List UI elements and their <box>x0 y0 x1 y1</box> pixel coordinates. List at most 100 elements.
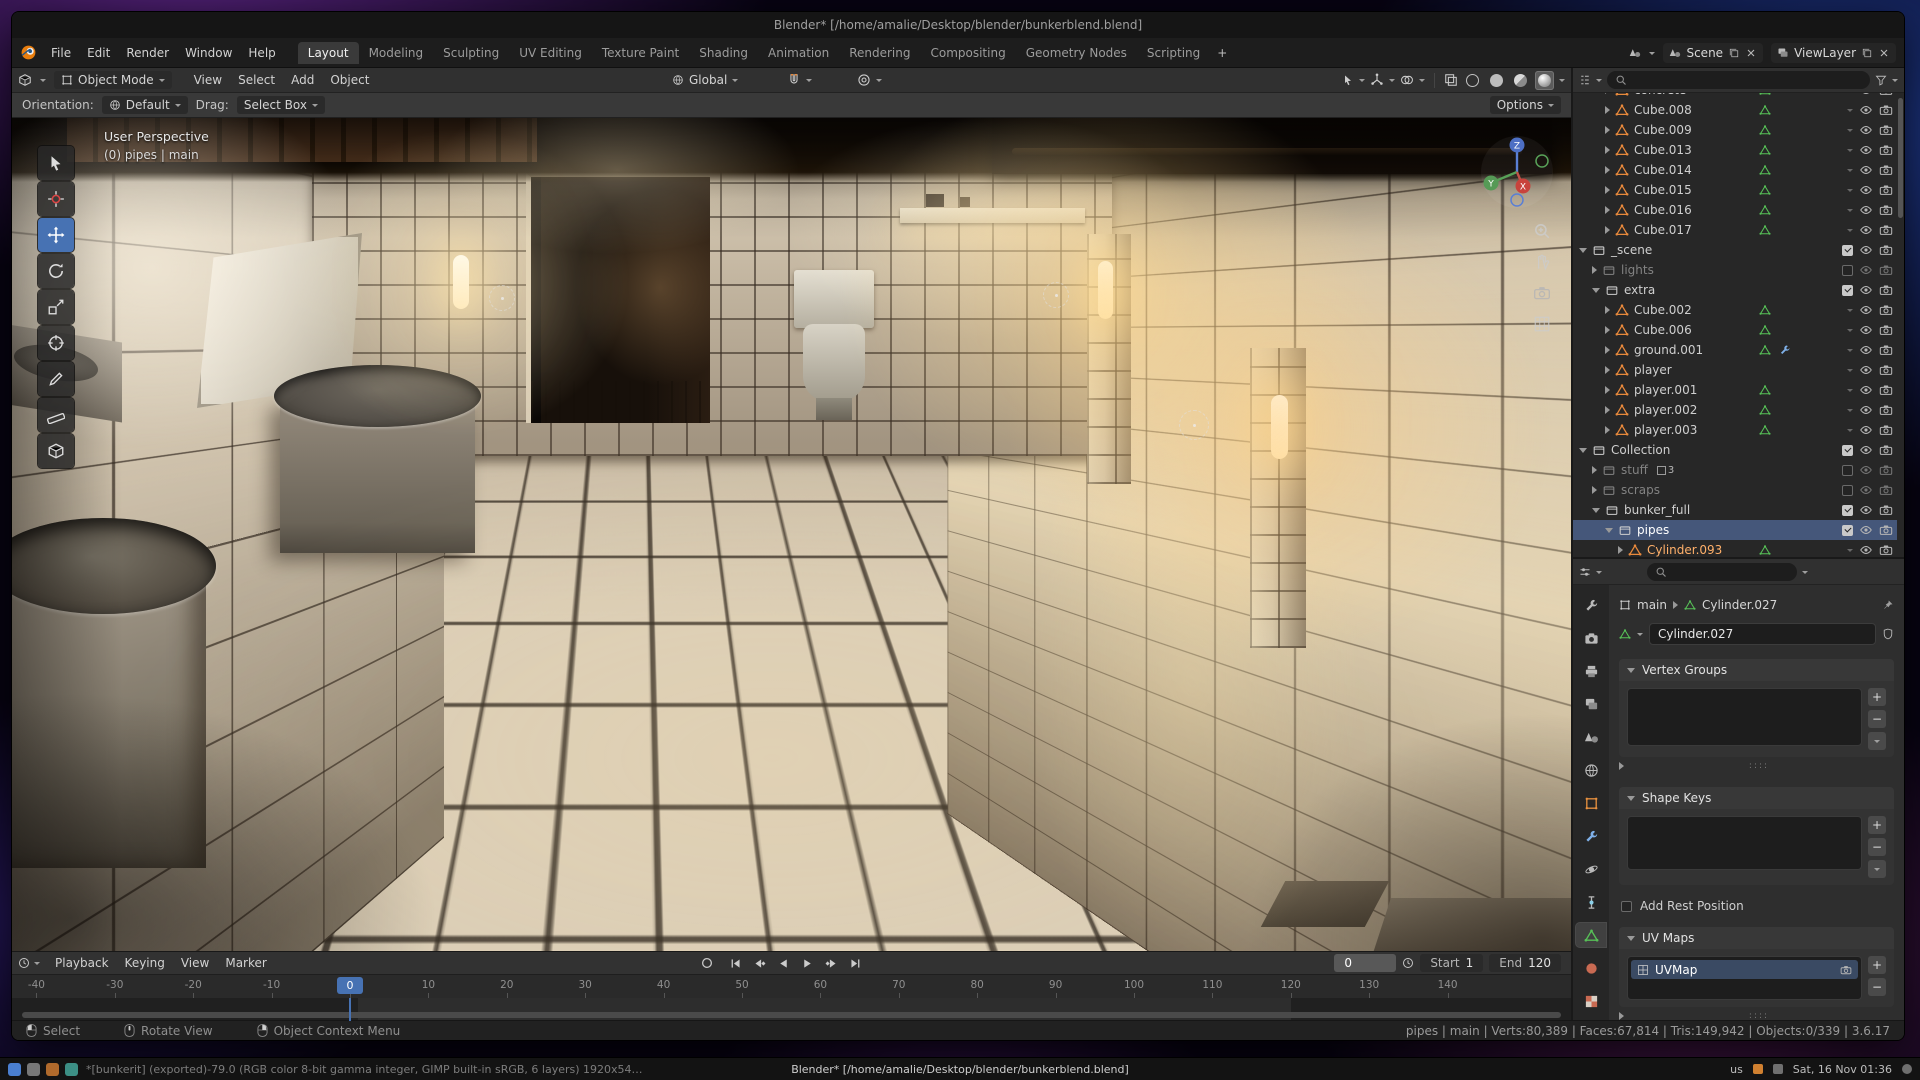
viewport-menu-object[interactable]: Object <box>322 70 377 90</box>
empty-object-gizmo[interactable] <box>489 285 515 311</box>
tool-transform[interactable] <box>38 326 74 360</box>
chevron-down-icon[interactable] <box>1389 79 1395 85</box>
taskbar-blender-window[interactable]: Blender* [/home/amalie/Desktop/blender/b… <box>791 1063 1129 1076</box>
eye-icon[interactable] <box>1859 503 1873 517</box>
camera-icon[interactable] <box>1879 183 1893 197</box>
expand-data-icon[interactable] <box>1847 229 1853 235</box>
outliner-row-player[interactable]: player <box>1573 360 1897 380</box>
camera-icon[interactable] <box>1879 543 1893 557</box>
gizmo-y-label[interactable]: Y <box>1487 180 1494 190</box>
properties-tab-output[interactable] <box>1576 659 1606 683</box>
properties-tab-constraints[interactable] <box>1576 890 1606 914</box>
eye-icon[interactable] <box>1859 183 1873 197</box>
tool-scale[interactable] <box>38 290 74 324</box>
remove-vertex-group-button[interactable]: − <box>1868 710 1886 728</box>
use-preview-range-icon[interactable] <box>1402 957 1414 969</box>
shape-keys-panel-header[interactable]: Shape Keys <box>1619 787 1894 809</box>
timeline-menu-marker[interactable]: Marker <box>218 954 273 972</box>
workspace-tab-compositing[interactable]: Compositing <box>920 42 1015 64</box>
ortho-toggle-icon[interactable] <box>1533 315 1551 333</box>
menu-file[interactable]: File <box>43 43 79 63</box>
xray-toggle-icon[interactable] <box>1444 73 1458 87</box>
remove-uv-map-button[interactable]: − <box>1868 978 1886 996</box>
expand-data-icon[interactable] <box>1847 409 1853 415</box>
workspace-tab-uv-editing[interactable]: UV Editing <box>509 42 592 64</box>
expand-right-icon[interactable] <box>1618 546 1623 554</box>
tool-annotate[interactable] <box>38 362 74 396</box>
expand-right-icon[interactable] <box>1605 106 1610 114</box>
expand-right-icon[interactable] <box>1605 326 1610 334</box>
zoom-icon[interactable] <box>1533 222 1551 240</box>
expand-down-icon[interactable] <box>1592 508 1600 513</box>
taskbar-clock[interactable]: Sat, 16 Nov 01:36 <box>1793 1063 1892 1076</box>
timeline-menu-playback[interactable]: Playback <box>48 954 116 972</box>
empty-object-gizmo[interactable] <box>1043 282 1069 308</box>
transport-play-button[interactable] <box>796 954 818 972</box>
add-vertex-group-button[interactable]: + <box>1868 688 1886 706</box>
chevron-down-icon[interactable] <box>806 79 812 85</box>
timeline-editor-icon[interactable] <box>18 957 30 969</box>
expand-right-icon[interactable] <box>1605 93 1610 94</box>
chevron-down-icon[interactable] <box>876 79 882 85</box>
properties-search-input[interactable] <box>1647 563 1797 581</box>
expand-data-icon[interactable] <box>1847 429 1853 435</box>
properties-tab-object[interactable] <box>1576 791 1606 815</box>
outliner-row-Cube.015[interactable]: Cube.015 <box>1573 180 1897 200</box>
camera-icon[interactable] <box>1879 103 1893 117</box>
outliner-row-stuff[interactable]: stuff3 <box>1573 460 1897 480</box>
expand-right-icon[interactable] <box>1605 126 1610 134</box>
chevron-down-icon[interactable] <box>1559 79 1565 85</box>
outliner-search-input[interactable] <box>1607 71 1870 89</box>
viewlayer-selector[interactable]: ViewLayer <box>1771 43 1896 63</box>
app-icon[interactable] <box>65 1063 78 1076</box>
transport-play-back-button[interactable] <box>772 954 794 972</box>
eye-icon[interactable] <box>1859 143 1873 157</box>
eye-icon[interactable] <box>1859 123 1873 137</box>
camera-icon[interactable] <box>1879 143 1893 157</box>
eye-icon[interactable] <box>1859 523 1873 537</box>
add-shape-key-button[interactable]: + <box>1868 816 1886 834</box>
app-icon[interactable] <box>27 1063 40 1076</box>
magnet-icon[interactable] <box>787 73 801 87</box>
collection-exclude-checkbox[interactable] <box>1842 245 1853 256</box>
expand-down-icon[interactable] <box>1592 288 1600 293</box>
camera-icon[interactable] <box>1879 403 1893 417</box>
camera-view-icon[interactable] <box>1533 284 1551 302</box>
expand-right-icon[interactable] <box>1605 366 1610 374</box>
viewport-menu-add[interactable]: Add <box>283 70 322 90</box>
breadcrumb-object[interactable]: main <box>1637 598 1667 612</box>
properties-editor-icon[interactable] <box>1579 566 1591 578</box>
viewport-menu-view[interactable]: View <box>186 70 230 90</box>
subpanel-expand-icon[interactable] <box>1619 1012 1624 1020</box>
outliner-row-Cube.013[interactable]: Cube.013 <box>1573 140 1897 160</box>
eye-icon[interactable] <box>1859 483 1873 497</box>
transport-jump-start-button[interactable] <box>724 954 746 972</box>
timeline-menu-keying[interactable]: Keying <box>118 954 172 972</box>
menu-render[interactable]: Render <box>118 43 177 63</box>
properties-tab-texture[interactable] <box>1576 989 1606 1013</box>
expand-right-icon[interactable] <box>1605 146 1610 154</box>
camera-icon[interactable] <box>1879 93 1893 97</box>
workspace-tab-sculpting[interactable]: Sculpting <box>433 42 509 64</box>
properties-tab-material[interactable] <box>1576 956 1606 980</box>
tool-add-cube[interactable] <box>38 434 74 468</box>
workspace-tab-geometry-nodes[interactable]: Geometry Nodes <box>1016 42 1137 64</box>
keyboard-layout[interactable]: us <box>1730 1063 1743 1076</box>
empty-object-gizmo[interactable] <box>1179 410 1209 440</box>
close-icon[interactable] <box>1745 47 1757 59</box>
shading-wireframe-button[interactable] <box>1463 71 1482 90</box>
drag-setting-dropdown[interactable]: Select Box <box>237 96 325 114</box>
outliner-row-Collection[interactable]: Collection <box>1573 440 1897 460</box>
shading-solid-button[interactable] <box>1487 71 1506 90</box>
eye-icon[interactable] <box>1859 163 1873 177</box>
collection-exclude-checkbox[interactable] <box>1842 265 1853 276</box>
outliner-editor-icon[interactable] <box>1579 74 1591 86</box>
expand-right-icon[interactable] <box>1592 466 1597 474</box>
drag-handle[interactable]: :::: <box>1749 761 1769 771</box>
eye-icon[interactable] <box>1859 363 1873 377</box>
outliner-row-Cube.017[interactable]: Cube.017 <box>1573 220 1897 240</box>
add-rest-position-checkbox[interactable] <box>1621 901 1632 912</box>
uv-maps-list[interactable]: UVMap <box>1627 956 1862 1000</box>
workspace-tab-rendering[interactable]: Rendering <box>839 42 920 64</box>
options-dropdown[interactable]: Options <box>1490 96 1561 114</box>
